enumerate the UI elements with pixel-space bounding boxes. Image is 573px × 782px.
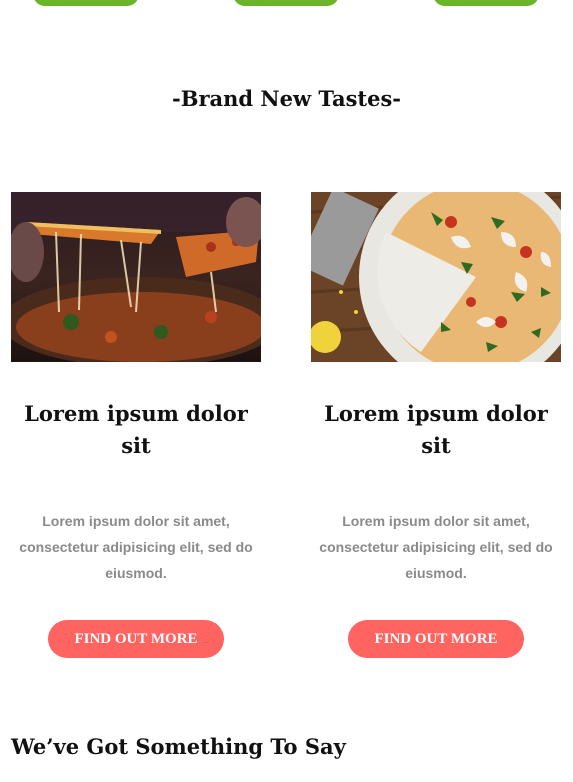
find-out-more-button[interactable]: FIND OUT MORE <box>348 620 524 658</box>
product-card-2: Lorem ipsum dolor sit Lorem ipsum dolor … <box>311 192 561 658</box>
product-card-1: Lorem ipsum dolor sit Lorem ipsum dolor … <box>11 192 261 658</box>
blog-section-title: We’ve Got Something To Say <box>11 734 346 759</box>
top-button-3[interactable] <box>433 0 539 6</box>
card-description: Lorem ipsum dolor sit amet, consectetur … <box>19 513 253 581</box>
pizza-plate-image <box>311 192 561 362</box>
card-title: Lorem ipsum dolor sit <box>24 401 248 458</box>
card-title: Lorem ipsum dolor sit <box>324 401 548 458</box>
top-button-2[interactable] <box>233 0 339 6</box>
find-out-more-button[interactable]: FIND OUT MORE <box>48 620 224 658</box>
pizza-slices-image <box>11 192 261 362</box>
section-title: -Brand New Tastes- <box>172 86 401 111</box>
card-description: Lorem ipsum dolor sit amet, consectetur … <box>319 513 553 581</box>
top-button-1[interactable] <box>33 0 139 6</box>
